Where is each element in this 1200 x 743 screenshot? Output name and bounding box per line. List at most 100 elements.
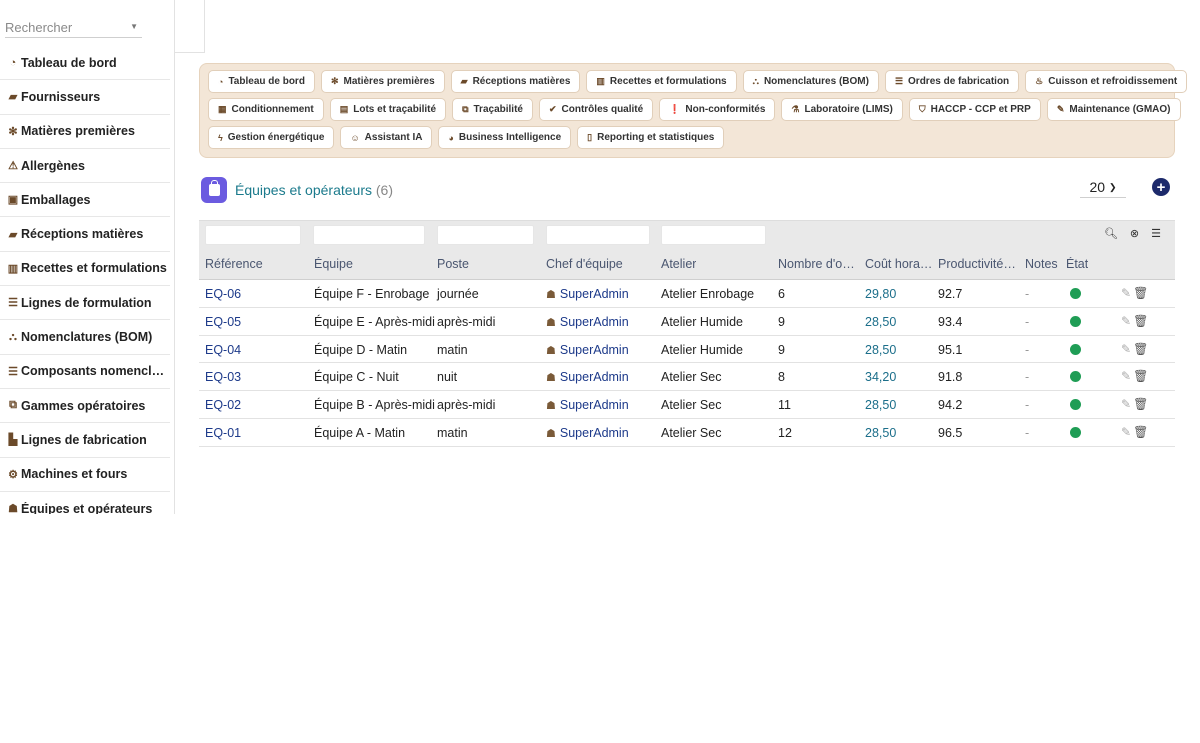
- records-table: 🔍︎ ⊗ ☰ Référence Équipe Poste Chef d'équipe…: [199, 220, 1175, 447]
- column-header[interactable]: État: [1066, 257, 1088, 271]
- delete-icon[interactable]: 🗑︎: [1133, 342, 1148, 356]
- cell-ref[interactable]: EQ-04: [205, 343, 241, 357]
- filter-reference[interactable]: [205, 225, 301, 245]
- edit-icon[interactable]: ✎: [1121, 286, 1131, 300]
- column-header[interactable]: Nombre d'opérateurs: [778, 257, 856, 271]
- cell-chief[interactable]: ☗ SuperAdmin: [546, 426, 629, 440]
- module-label: Laboratoire (LIMS): [804, 104, 893, 115]
- sidebar-item-1[interactable]: ◔ Tableau de bord: [0, 46, 170, 81]
- module-button[interactable]: ▰ Réceptions matières: [450, 70, 581, 93]
- column-header[interactable]: Référence: [205, 257, 263, 271]
- cell-cost[interactable]: 28,50: [865, 315, 896, 329]
- cell-team: Équipe A - Matin: [314, 425, 406, 440]
- module-button[interactable]: ⧉ Traçabilité: [452, 98, 533, 121]
- module-label: Contrôles qualité: [561, 104, 644, 115]
- cell-team: Équipe D - Matin: [314, 342, 408, 357]
- sidebar-item-5[interactable]: ▣ Emballages: [0, 183, 170, 218]
- module-label: HACCP - CCP et PRP: [930, 104, 1031, 115]
- cell-chief[interactable]: ☗ SuperAdmin: [546, 287, 629, 301]
- cell-cost[interactable]: 28,50: [865, 398, 896, 412]
- filter-tools: 🔍︎ ⊗ ☰: [1104, 227, 1161, 240]
- cell-ref[interactable]: EQ-02: [205, 398, 241, 412]
- column-header[interactable]: Chef d'équipe: [546, 257, 623, 271]
- module-button[interactable]: ▦ Conditionnement: [208, 98, 324, 121]
- edit-icon[interactable]: ✎: [1121, 397, 1131, 411]
- sidebar-item-9[interactable]: ⛬ Nomenclatures (BOM): [0, 320, 170, 355]
- column-header[interactable]: Notes: [1025, 257, 1058, 271]
- column-header[interactable]: Équipe: [314, 257, 353, 271]
- search-icon[interactable]: 🔍︎: [1104, 227, 1118, 240]
- sidebar-item-6[interactable]: ▰ Réceptions matières: [0, 217, 170, 252]
- column-header[interactable]: Coût horaire: [865, 257, 933, 271]
- module-button[interactable]: ☺ Assistant IA: [340, 126, 433, 149]
- module-button[interactable]: ▥ Recettes et formulations: [586, 70, 737, 93]
- module-button[interactable]: ◔ Tableau de bord: [208, 70, 315, 93]
- filter-equipe[interactable]: [313, 225, 425, 245]
- delete-icon[interactable]: 🗑︎: [1133, 286, 1148, 300]
- module-button[interactable]: ⚗ Laboratoire (LIMS): [781, 98, 903, 121]
- status-active-icon: [1070, 399, 1081, 411]
- delete-icon[interactable]: 🗑︎: [1133, 397, 1148, 411]
- sidebar-item-12[interactable]: ▙ Lignes de fabrication: [0, 423, 170, 458]
- delete-icon[interactable]: 🗑︎: [1133, 425, 1148, 439]
- sidebar-item-13[interactable]: ⚙ Machines et fours: [0, 458, 170, 492]
- check-circle-icon: ✔: [548, 104, 557, 114]
- module-button[interactable]: ✻ Matières premières: [320, 70, 445, 93]
- cell-cost[interactable]: 28,50: [865, 343, 896, 357]
- truck-icon: ▰: [8, 91, 18, 104]
- module-button[interactable]: ✎ Maintenance (GMAO): [1046, 98, 1181, 121]
- column-header[interactable]: Atelier: [661, 257, 696, 271]
- module-label: Reporting et statistiques: [597, 132, 715, 143]
- sidebar-item-4[interactable]: ⚠ Allergènes: [0, 149, 170, 184]
- cell-chief[interactable]: ☗ SuperAdmin: [546, 370, 629, 384]
- edit-icon[interactable]: ✎: [1121, 342, 1131, 356]
- filter-chef[interactable]: [546, 225, 650, 245]
- cell-chief[interactable]: ☗ SuperAdmin: [546, 315, 629, 329]
- search-input[interactable]: [5, 16, 125, 35]
- chief-name: SuperAdmin: [559, 287, 629, 301]
- filter-poste[interactable]: [437, 225, 534, 245]
- column-header[interactable]: Productivité cible: [938, 257, 1018, 271]
- edit-icon[interactable]: ✎: [1121, 369, 1131, 383]
- sidebar-item-2[interactable]: ▰ Fournisseurs: [0, 80, 170, 115]
- boxes-icon: ▦: [218, 104, 227, 114]
- module-button[interactable]: ⛉ HACCP - CCP et PRP: [908, 98, 1041, 121]
- column-header[interactable]: Poste: [437, 257, 469, 271]
- filter-atelier[interactable]: [661, 225, 766, 245]
- cell-cost[interactable]: 28,50: [865, 426, 896, 440]
- module-button[interactable]: ◕ Business Intelligence: [438, 126, 572, 149]
- cell-ref[interactable]: EQ-06: [205, 287, 241, 301]
- search-box[interactable]: ▼: [5, 16, 142, 38]
- cell-workshop: Atelier Sec: [661, 370, 722, 385]
- per-page-select[interactable]: 20 ❯: [1080, 177, 1126, 198]
- module-button[interactable]: ♨ Cuisson et refroidissement: [1025, 70, 1188, 93]
- sidebar-item-10[interactable]: ☰ Composants nomenclature: [0, 355, 170, 389]
- sidebar-item-11[interactable]: ⧉ Gammes opératoires: [0, 389, 170, 424]
- cell-chief[interactable]: ☗ SuperAdmin: [546, 398, 629, 412]
- module-button[interactable]: ▤ Lots et traçabilité: [329, 98, 447, 121]
- delete-icon[interactable]: 🗑︎: [1133, 369, 1148, 383]
- module-button[interactable]: ⛬ Nomenclatures (BOM): [742, 70, 879, 93]
- cell-chief[interactable]: ☗ SuperAdmin: [546, 343, 629, 357]
- caret-down-icon[interactable]: ▼: [130, 22, 138, 31]
- add-record-button[interactable]: +: [1152, 178, 1170, 196]
- module-button[interactable]: ▯ Reporting et statistiques: [577, 126, 725, 149]
- module-button[interactable]: ϟ Gestion énergétique: [208, 126, 335, 149]
- clear-filter-icon[interactable]: ⊗: [1130, 227, 1139, 240]
- module-button[interactable]: ❗ Non-conformités: [659, 98, 776, 121]
- sidebar-item-3[interactable]: ✻ Matières premières: [0, 115, 170, 149]
- module-button[interactable]: ✔ Contrôles qualité: [538, 98, 654, 121]
- cell-ref[interactable]: EQ-05: [205, 315, 241, 329]
- module-button[interactable]: ☰ Ordres de fabrication: [884, 70, 1020, 93]
- sidebar-item-8[interactable]: ☰ Lignes de formulation: [0, 286, 170, 321]
- delete-icon[interactable]: 🗑︎: [1133, 314, 1148, 328]
- cell-ref[interactable]: EQ-01: [205, 426, 241, 440]
- cell-cost[interactable]: 34,20: [865, 370, 896, 384]
- edit-icon[interactable]: ✎: [1121, 314, 1131, 328]
- cell-ref[interactable]: EQ-03: [205, 370, 241, 384]
- edit-icon[interactable]: ✎: [1121, 425, 1131, 439]
- cell-cost[interactable]: 29,80: [865, 287, 896, 301]
- sidebar-item-14[interactable]: ☗ Équipes et opérateurs: [0, 492, 170, 515]
- sidebar-item-7[interactable]: ▥ Recettes et formulations: [0, 252, 170, 287]
- list-options-icon[interactable]: ☰: [1151, 227, 1161, 240]
